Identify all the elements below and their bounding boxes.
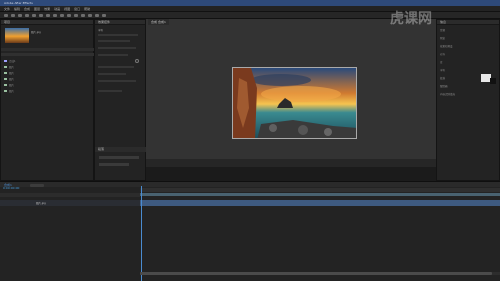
tracking-slider[interactable] (98, 54, 128, 56)
project-item[interactable]: 图片 (4, 71, 14, 75)
scale-slider[interactable] (98, 73, 126, 75)
effects-panel: 效果控件 字符 段落 (94, 19, 147, 181)
menu-item-4[interactable]: 效果 (44, 7, 50, 11)
project-item-label: 合成1 (9, 60, 16, 63)
roto-tool-icon[interactable] (95, 14, 99, 17)
app-title: Adobe After Effects (4, 1, 33, 5)
home-icon[interactable] (4, 14, 8, 17)
layer-name: 图片.jpg (36, 202, 46, 205)
viewer-controls-bar[interactable] (146, 159, 436, 167)
leading-slider[interactable] (98, 40, 130, 42)
layer-column-header (0, 193, 140, 197)
menu-item-5[interactable]: 动画 (54, 7, 60, 11)
right-panel-section[interactable]: 内容识别填充 (440, 92, 455, 96)
right-panels: 信息 音频预览效果和预设对齐库字符段落跟踪器内容识别填充 (436, 19, 500, 181)
character-label: 字符 (98, 29, 104, 32)
hand-tool-icon[interactable] (18, 14, 22, 17)
work-area-bar[interactable] (140, 193, 500, 196)
file-icon (4, 60, 7, 62)
info-panel-title: 信息 (437, 20, 499, 25)
thumbnail-label: 图片.jpg (31, 31, 41, 34)
project-column-header (1, 53, 95, 56)
tab-composition[interactable]: 合成 合成1 (148, 19, 169, 25)
kerning-slider[interactable] (98, 47, 136, 49)
file-icon (4, 66, 7, 68)
color-knob[interactable] (135, 59, 139, 63)
paragraph-panel-title: 段落 (95, 147, 147, 152)
shape-tool-icon[interactable] (53, 14, 57, 17)
composition-image[interactable] (232, 67, 357, 139)
rotate-tool-icon[interactable] (32, 14, 36, 17)
file-icon (4, 78, 7, 80)
right-panel-section[interactable]: 预览 (440, 36, 445, 40)
scrollbar-thumb[interactable] (140, 272, 492, 275)
right-panel-section[interactable]: 音频 (440, 28, 445, 32)
project-item[interactable]: 图片 (4, 65, 14, 69)
camera-tool-icon[interactable] (39, 14, 43, 17)
selection-tool-icon[interactable] (11, 14, 15, 17)
menu-item-0[interactable]: 文件 (4, 7, 10, 11)
project-item-label: 图片 (9, 72, 15, 75)
right-panel-section[interactable]: 跟踪器 (440, 84, 448, 88)
playhead[interactable] (141, 186, 142, 281)
text-tool-icon[interactable] (67, 14, 71, 17)
menu-item-2[interactable]: 合成 (24, 7, 30, 11)
file-icon (4, 72, 7, 74)
project-item-label: 图片 (9, 84, 15, 87)
color-swatch-dark[interactable] (490, 78, 496, 84)
align-buttons-row[interactable] (99, 156, 139, 159)
brush-tool-icon[interactable] (74, 14, 78, 17)
menu-item-1[interactable]: 编辑 (14, 7, 20, 11)
file-icon (4, 90, 7, 92)
file-icon (4, 84, 7, 86)
stroke-slider[interactable] (98, 66, 134, 68)
indent-controls[interactable] (99, 163, 129, 166)
stamp-tool-icon[interactable] (81, 14, 85, 17)
timecode-display[interactable]: 0:00:00:00 (3, 186, 19, 190)
project-item-label: 图片 (9, 78, 15, 81)
project-item-label: 图片 (9, 90, 15, 93)
eraser-tool-icon[interactable] (88, 14, 92, 17)
right-panel-section[interactable]: 对齐 (440, 52, 445, 56)
pen-tool-icon[interactable] (60, 14, 64, 17)
project-panel: 项目 图片.jpg 合成1 图片 图片 图片 图片 图片 (0, 19, 95, 181)
menu-item-7[interactable]: 窗口 (74, 7, 80, 11)
timeline-horizontal-scrollbar[interactable] (140, 272, 500, 275)
project-item[interactable]: 图片 (4, 83, 14, 87)
menu-item-3[interactable]: 图层 (34, 7, 40, 11)
project-item[interactable]: 图片 (4, 77, 14, 81)
project-item[interactable]: 合成1 (4, 59, 16, 63)
project-item-label: 图片 (9, 66, 15, 69)
right-panel-section[interactable]: 效果和预设 (440, 44, 453, 48)
project-search-bar[interactable] (1, 48, 95, 51)
right-panel-section[interactable]: 段落 (440, 76, 445, 80)
right-panel-section[interactable]: 库 (440, 60, 443, 64)
watermark-logo: 虎课网 (390, 11, 432, 27)
layer-row[interactable]: 图片.jpg (0, 200, 140, 206)
font-size-slider[interactable] (98, 34, 138, 36)
baseline-slider[interactable] (98, 80, 136, 82)
timeline-tabbar: 合成1 (0, 182, 500, 187)
puppet-tool-icon[interactable] (102, 14, 106, 17)
menu-item-8[interactable]: 帮助 (84, 7, 90, 11)
zoom-tool-icon[interactable] (25, 14, 29, 17)
tsume-slider[interactable] (98, 90, 122, 92)
layer-duration-bar[interactable] (140, 200, 500, 206)
time-ruler[interactable] (140, 188, 500, 192)
project-thumbnail (5, 28, 29, 43)
project-item[interactable]: 图片 (4, 89, 14, 93)
timeline-search-input[interactable] (30, 184, 44, 187)
right-panel-section[interactable]: 字符 (440, 68, 445, 72)
menu-item-6[interactable]: 视图 (64, 7, 70, 11)
project-panel-title: 项目 (1, 20, 93, 25)
effects-panel-title: 效果控件 (95, 20, 145, 25)
sunset-landscape-image (233, 68, 356, 138)
pan-behind-tool-icon[interactable] (46, 14, 50, 17)
